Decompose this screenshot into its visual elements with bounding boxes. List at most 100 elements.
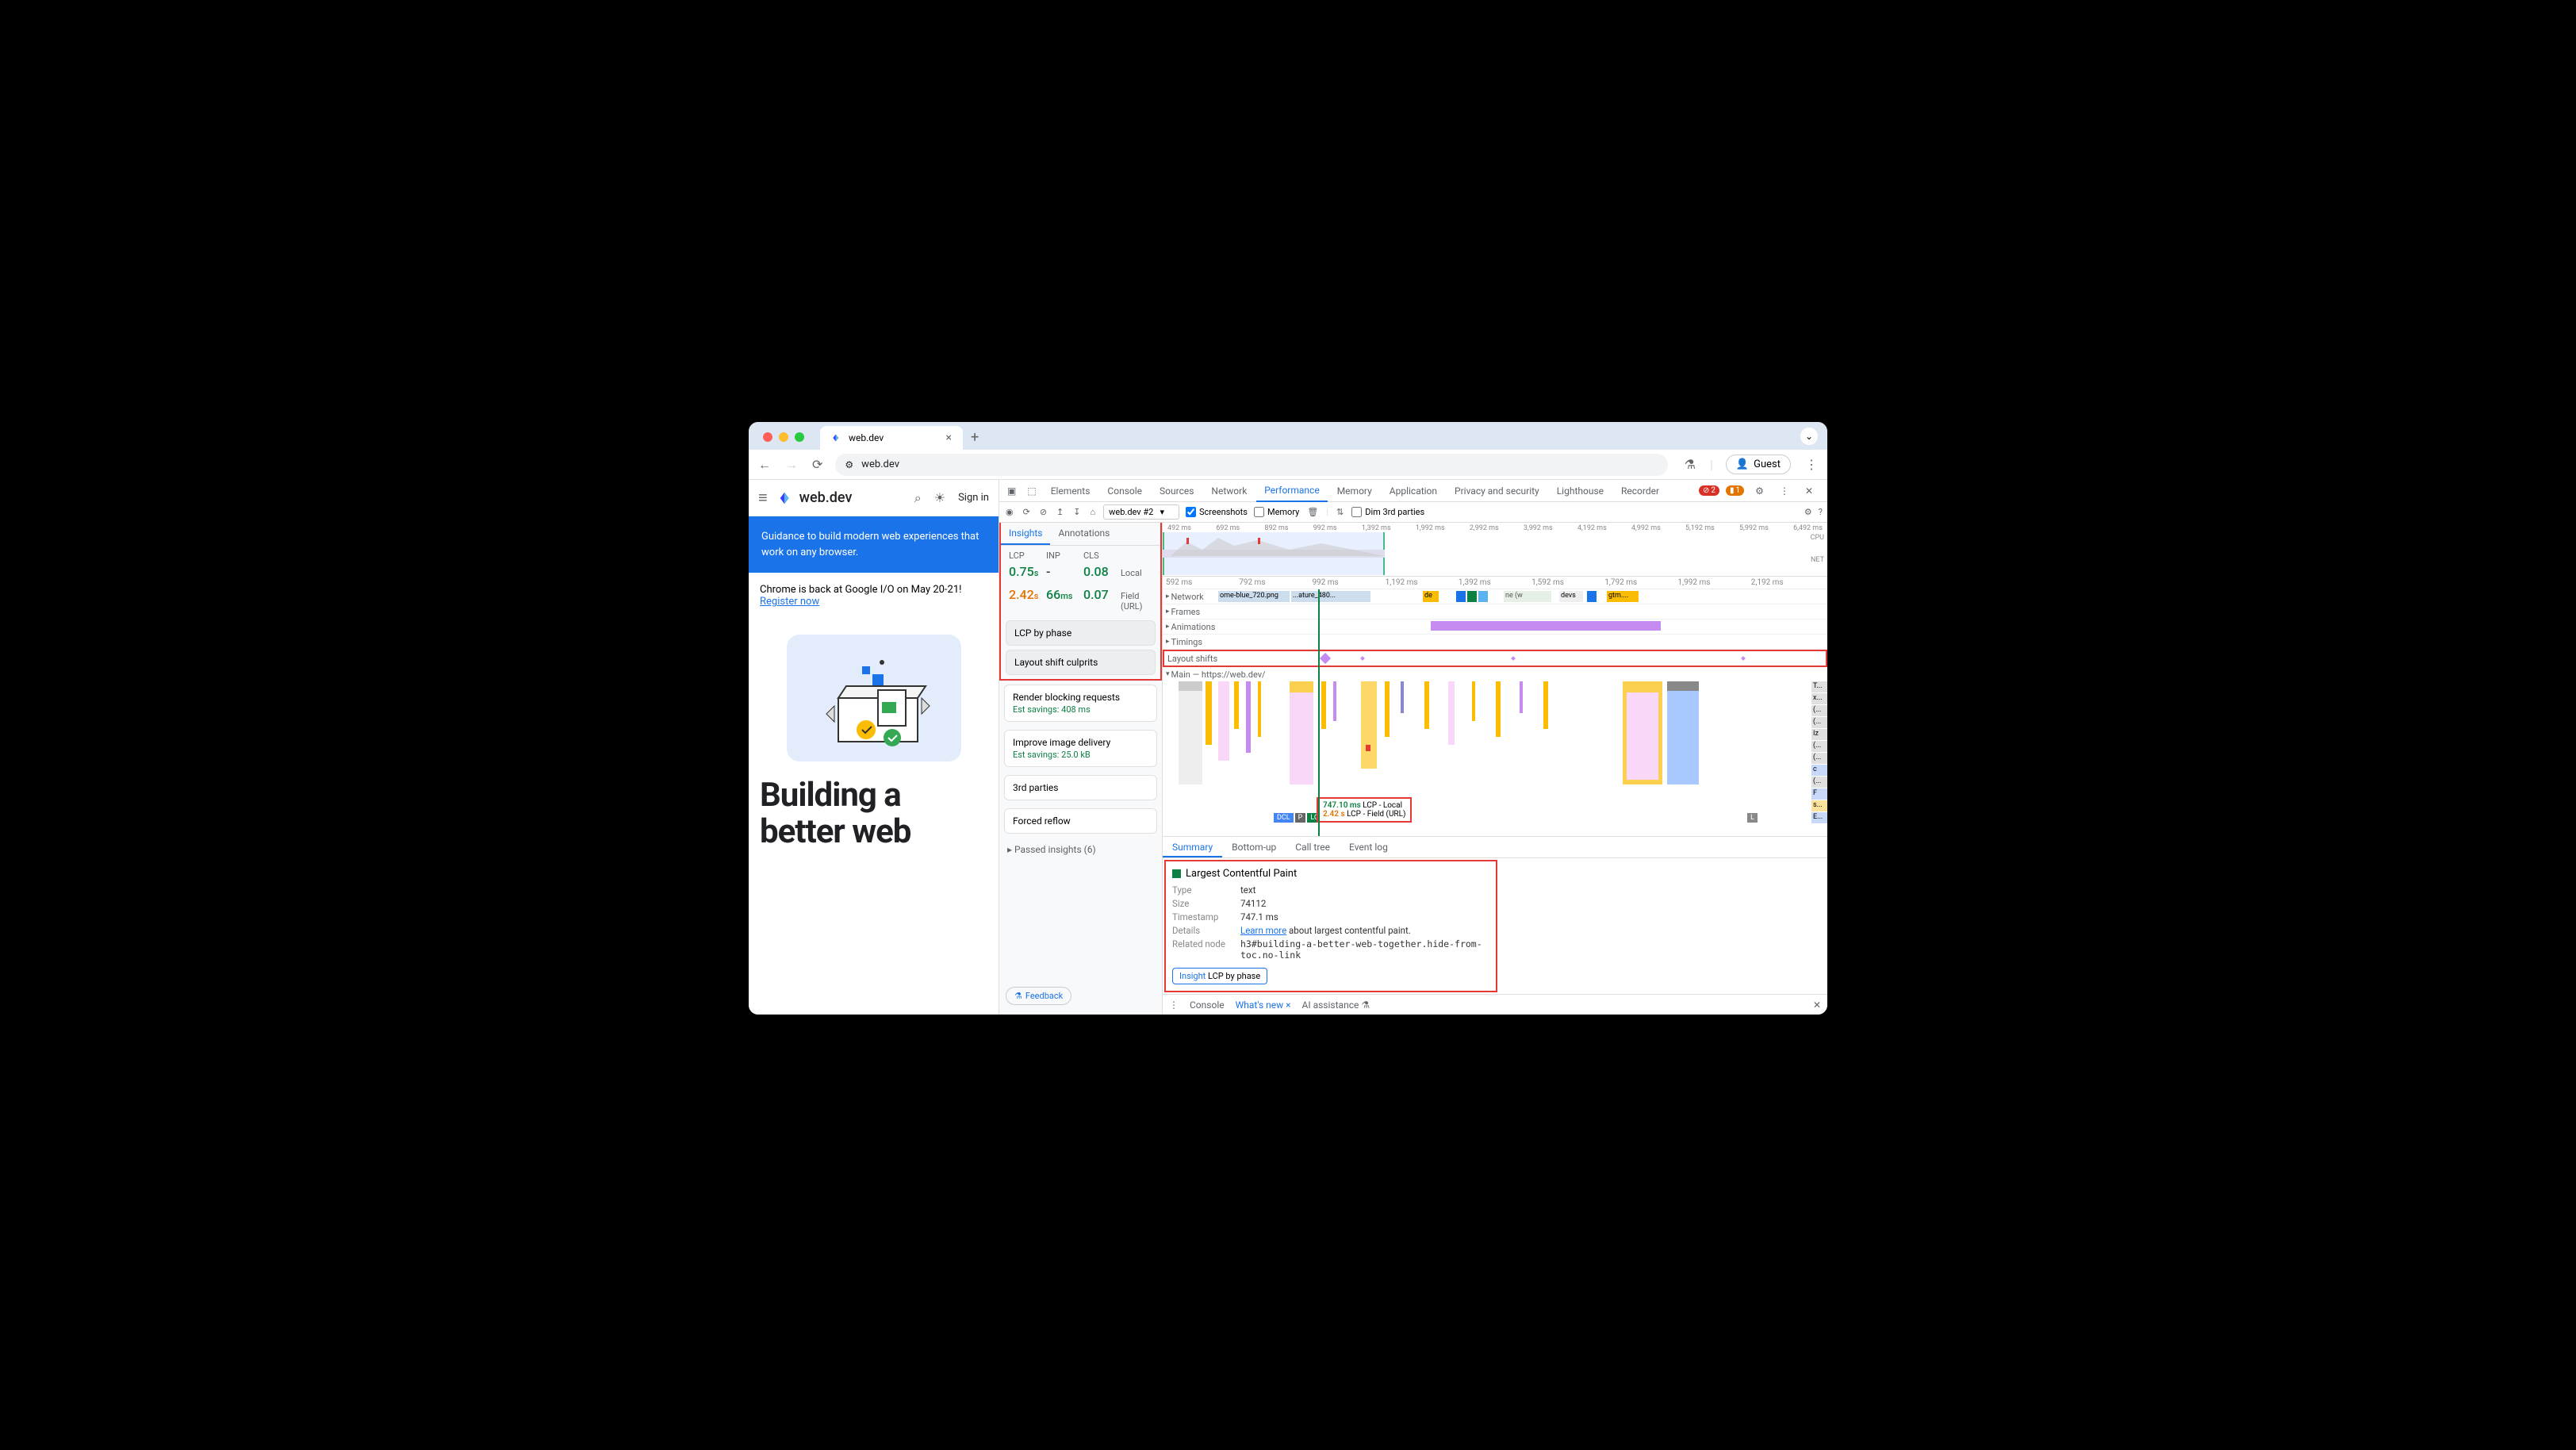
related-node[interactable]: h3#building-a-better-web-together.hide-f… [1240,938,1489,961]
settings-icon[interactable]: ⇅ [1335,505,1345,519]
search-icon[interactable]: ⌕ [914,490,922,506]
network-block[interactable]: ne (w [1504,591,1551,602]
metric-lcp-header: LCP [1009,550,1046,561]
profile-button[interactable]: 👤 Guest [1726,455,1791,474]
help-icon[interactable]: ? [1819,507,1823,517]
tab-summary[interactable]: Summary [1163,837,1222,857]
home-icon[interactable]: ⌂ [1088,505,1097,519]
network-block[interactable]: de [1423,591,1439,602]
network-block[interactable]: gtm.... [1607,591,1639,602]
webdev-logo[interactable]: web.dev [777,489,853,507]
tab-recorder[interactable]: Recorder [1613,481,1667,501]
device-toggle-icon[interactable]: ⬚ [1022,482,1041,500]
tab-performance[interactable]: Performance [1256,480,1327,502]
warning-badge[interactable]: ▮1 [1726,485,1744,496]
passed-insights[interactable]: ▸ Passed insights (6) [999,838,1162,861]
tab-network[interactable]: Network [1203,481,1255,501]
maximize-window-button[interactable] [795,432,804,442]
register-link[interactable]: Register now [760,596,819,608]
insight-link-button[interactable]: Insight LCP by phase [1172,968,1267,984]
track-timings[interactable]: ▸Timings [1163,635,1827,650]
insight-render-blocking[interactable]: Render blocking requests Est savings: 40… [1004,685,1157,722]
forward-button[interactable]: → [784,455,799,474]
track-layout-shifts[interactable]: Layout shifts [1163,650,1827,667]
layout-shift-diamond[interactable] [1320,653,1331,664]
track-frames[interactable]: ▸Frames [1163,604,1827,620]
hamburger-menu-icon[interactable]: ≡ [758,488,768,508]
layout-shift-diamond[interactable] [1741,656,1746,661]
labs-icon[interactable]: ⚗ [1683,455,1697,474]
clear-icon[interactable]: ⊘ [1038,505,1048,519]
tab-memory[interactable]: Memory [1329,481,1380,501]
network-block[interactable] [1587,591,1597,602]
devtools-close-icon[interactable]: ✕ [1800,482,1818,500]
minimize-window-button[interactable] [779,432,788,442]
tab-menu-button[interactable]: ⌄ [1800,428,1818,445]
drawer-console[interactable]: Console [1190,999,1225,1011]
insight-forced-reflow[interactable]: Forced reflow [1004,808,1157,834]
tracks[interactable]: ▸Network ome-blue_720.png ...ature_480..… [1163,589,1827,836]
insight-layout-shift[interactable]: Layout shift culprits [1006,650,1156,675]
new-tab-button[interactable]: + [963,425,987,450]
memory-checkbox[interactable]: Memory [1254,507,1299,517]
feedback-button[interactable]: ⚗ Feedback [1006,987,1071,1005]
tab-insights[interactable]: Insights [1001,523,1050,545]
download-icon[interactable]: ↧ [1071,505,1082,519]
tab-lighthouse[interactable]: Lighthouse [1549,481,1612,501]
track-animations[interactable]: ▸Animations [1163,620,1827,635]
browser-tab[interactable]: web.dev × [820,426,963,450]
network-block[interactable]: devs [1559,591,1583,602]
perf-gear-icon[interactable]: ⚙ [1804,507,1812,517]
insight-3rd-parties[interactable]: 3rd parties [1004,775,1157,800]
timeline-overview[interactable]: 492 ms692 ms892 ms992 ms1,392 ms1,992 ms… [1163,523,1827,577]
track-main[interactable]: ▾Main — https://web.dev/ [1163,667,1827,681]
inspect-icon[interactable]: ▣ [1002,482,1021,500]
tab-eventlog[interactable]: Event log [1340,837,1397,857]
tab-sources[interactable]: Sources [1152,481,1202,501]
drawer-close-icon[interactable]: ✕ [1813,999,1821,1011]
reload-record-icon[interactable]: ⟳ [1022,505,1032,519]
learn-more-link[interactable]: Learn more [1240,925,1286,936]
trace-select[interactable]: web.dev #2 ▾ [1103,504,1179,520]
screenshots-checkbox[interactable]: Screenshots [1186,507,1248,517]
browser-menu-icon[interactable]: ⋮ [1804,455,1819,474]
url-input[interactable]: ⚙ web.dev [835,454,1668,476]
record-icon[interactable]: ◉ [1004,505,1015,519]
tab-calltree[interactable]: Call tree [1286,837,1340,857]
drawer-ai[interactable]: AI assistance ⚗ [1302,999,1370,1011]
guest-label: Guest [1754,458,1781,470]
reload-button[interactable]: ⟳ [811,455,824,474]
site-settings-icon[interactable]: ⚙ [845,459,853,470]
theme-toggle-icon[interactable]: ☀ [934,490,945,505]
insight-image-delivery[interactable]: Improve image delivery Est savings: 25.0… [1004,730,1157,767]
layout-shift-diamond[interactable] [1511,656,1516,661]
close-window-button[interactable] [763,432,772,442]
devtools-menu-icon[interactable]: ⋮ [1775,482,1794,500]
signin-link[interactable]: Sign in [958,492,989,504]
network-block[interactable]: ome-blue_720.png [1218,591,1290,602]
tab-application[interactable]: Application [1382,481,1445,501]
gc-icon[interactable]: 🗑 [1305,505,1320,519]
tab-privacy[interactable]: Privacy and security [1447,481,1547,501]
tab-console[interactable]: Console [1099,481,1150,501]
network-block[interactable] [1456,591,1466,602]
back-button[interactable]: ← [757,455,772,474]
animation-block[interactable] [1431,621,1661,631]
track-network[interactable]: ▸Network ome-blue_720.png ...ature_480..… [1163,589,1827,604]
network-block[interactable] [1478,591,1488,602]
upload-icon[interactable]: ↥ [1055,505,1065,519]
tab-annotations[interactable]: Annotations [1050,523,1117,545]
network-block[interactable] [1467,591,1477,602]
tab-elements[interactable]: Elements [1043,481,1098,501]
close-tab-icon[interactable]: × [946,432,952,444]
flame-chart[interactable]: T...x...(...(...Iz(...(...c(...Fs...E...… [1163,681,1827,824]
dim3p-checkbox[interactable]: Dim 3rd parties [1351,507,1424,517]
gear-icon[interactable]: ⚙ [1750,482,1769,500]
layout-shift-diamond[interactable] [1360,656,1365,661]
error-badge[interactable]: ⊘2 [1699,485,1719,496]
insight-lcp-phase[interactable]: LCP by phase [1006,620,1156,646]
drawer-menu-icon[interactable]: ⋮ [1169,999,1179,1011]
drawer-whatsnew[interactable]: What's new × [1236,999,1291,1011]
network-block[interactable]: ...ature_480... [1291,591,1370,602]
tab-bottomup[interactable]: Bottom-up [1222,837,1286,857]
